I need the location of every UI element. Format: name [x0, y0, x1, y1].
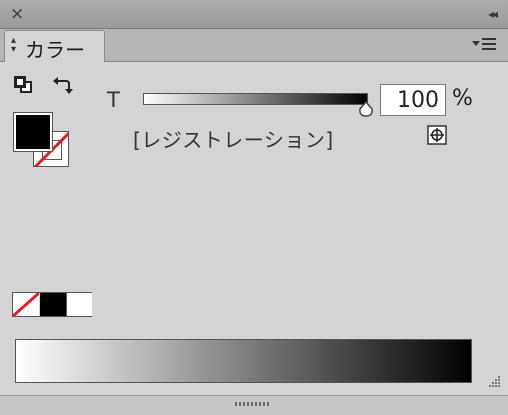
tint-label: T	[107, 88, 120, 112]
white-swatch[interactable]	[66, 293, 92, 316]
tab-expand-icon[interactable]: ▴ ▾	[11, 36, 16, 55]
tab-color[interactable]: ▴ ▾ カラー	[4, 30, 105, 62]
panel-titlebar: × ◂◂	[0, 0, 508, 29]
panel-bottom-bar	[0, 395, 508, 415]
quick-swatches	[12, 292, 92, 317]
resize-grip-icon[interactable]	[487, 375, 501, 389]
color-spectrum-bar[interactable]	[15, 339, 472, 383]
drag-grip-icon[interactable]	[235, 402, 271, 406]
registration-icon	[427, 125, 447, 145]
swap-colors-icon[interactable]	[52, 76, 74, 96]
black-swatch[interactable]	[40, 293, 66, 316]
tab-bar: ▴ ▾ カラー	[0, 29, 508, 62]
tint-slider-thumb[interactable]	[357, 101, 375, 119]
close-icon[interactable]: ×	[10, 4, 24, 24]
percent-unit: %	[452, 86, 473, 111]
tab-label: カラー	[25, 38, 85, 62]
default-colors-icon[interactable]	[13, 75, 35, 95]
swatch-name: [レジストレーション]	[133, 128, 334, 152]
tint-value-input[interactable]	[380, 84, 446, 116]
fill-swatch[interactable]	[13, 112, 53, 152]
collapse-icon[interactable]: ◂◂	[488, 5, 498, 23]
tint-slider[interactable]	[143, 93, 368, 105]
panel-menu-icon[interactable]	[472, 34, 498, 54]
none-swatch[interactable]	[13, 293, 39, 316]
